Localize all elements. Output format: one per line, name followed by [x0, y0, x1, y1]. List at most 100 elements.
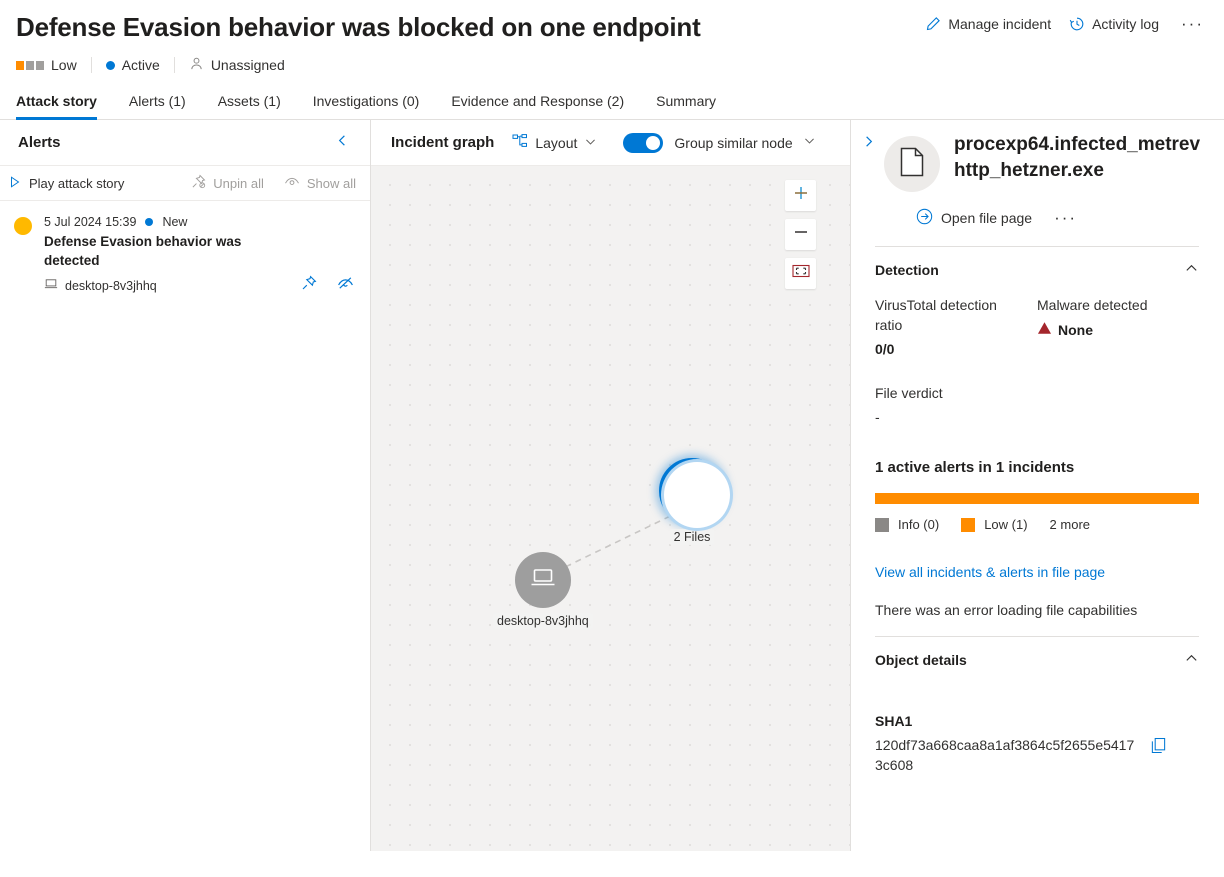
severity-bars-icon [16, 60, 44, 70]
tab-summary[interactable]: Summary [640, 93, 732, 119]
incident-meta-row: Low Active Unassigned [0, 44, 1224, 74]
graph-canvas[interactable]: 2 Files desktop-8v3jhhq [371, 166, 850, 851]
legend-low: Low (1) [961, 517, 1028, 532]
eye-off-icon[interactable] [337, 275, 354, 292]
tab-assets[interactable]: Assets (1) [202, 93, 297, 119]
assignee-label: Unassigned [210, 57, 285, 73]
collapse-alerts-panel-button[interactable] [329, 131, 356, 155]
legend-info-label: Info (0) [898, 517, 940, 532]
sha1-value: 120df73a668caa8a1af3864c5f2655e54173c608 [875, 737, 1135, 773]
details-more-button[interactable]: ··· [1050, 209, 1081, 226]
list-item[interactable]: 5 Jul 2024 15:39 New Defense Evasion beh… [0, 201, 370, 304]
incident-graph-panel: Incident graph Layout Group similar node… [371, 120, 850, 851]
chevron-left-icon [335, 133, 350, 153]
header-more-button[interactable]: ··· [1177, 15, 1208, 32]
group-similar-nodes-control: Group similar nodes [623, 132, 816, 153]
object-details-section: Object details SHA1 120df73a668caa8a1af3… [851, 637, 1224, 775]
unpin-all-label: Unpin all [213, 175, 264, 191]
avatar [884, 136, 940, 192]
arrow-circle-right-icon [916, 208, 933, 228]
tab-alerts[interactable]: Alerts (1) [113, 93, 202, 119]
tab-evidence-and-response[interactable]: Evidence and Response (2) [435, 93, 640, 119]
file-verdict-label: File verdict [875, 385, 943, 401]
view-all-incidents-link[interactable]: View all incidents & alerts in file page [875, 564, 1105, 580]
severity-label: Low [51, 57, 77, 73]
layout-label: Layout [535, 134, 578, 151]
device-icon [44, 277, 58, 294]
malware-detected-label: Malware detected [1037, 297, 1148, 313]
tab-bar: Attack story Alerts (1) Assets (1) Inves… [0, 74, 1224, 120]
layout-button[interactable]: Layout [512, 133, 597, 152]
laptop-icon [530, 566, 556, 595]
virustotal-ratio-value: 0/0 [875, 341, 895, 357]
legend-more-label[interactable]: 2 more [1050, 517, 1090, 532]
details-actions: Open file page ··· [851, 192, 1224, 228]
details-header: procexp64.infected_metrevhttp_hetzner.ex… [851, 120, 1224, 192]
file-name: procexp64.infected_metrevhttp_hetzner.ex… [954, 134, 1201, 181]
file-verdict-value: - [875, 409, 880, 425]
chevron-up-icon-2 [1184, 651, 1199, 669]
detection-heading: Detection [875, 262, 939, 278]
meta-divider-2 [173, 57, 175, 73]
copy-icon[interactable] [1150, 737, 1167, 754]
graph-node-device-label: desktop-8v3jhhq [493, 613, 593, 629]
unpin-all-button[interactable]: Unpin all [191, 174, 264, 192]
graph-node-files[interactable]: 2 Files [659, 458, 733, 546]
page-header: Defense Evasion behavior was blocked on … [0, 0, 1224, 44]
chevron-down-icon [584, 135, 597, 151]
incident-page: Defense Evasion behavior was blocked on … [0, 0, 1224, 877]
pin-icon[interactable] [301, 275, 317, 292]
alert-title: Defense Evasion behavior was detected [44, 234, 242, 268]
page-title: Defense Evasion behavior was blocked on … [16, 12, 701, 42]
alerts-panel-title: Alerts [18, 134, 61, 151]
alert-meta: 5 Jul 2024 15:39 New [44, 215, 356, 229]
status-label: Active [121, 57, 160, 73]
assignee-badge[interactable]: Unassigned [189, 56, 285, 74]
graph-title: Incident graph [391, 134, 495, 151]
status-dot-icon [105, 60, 115, 70]
meta-divider [90, 57, 92, 73]
alerts-panel: Alerts Play attack story Unpin all Show … [0, 120, 371, 851]
toggle-knob [646, 135, 661, 150]
malware-detected: Malware detected None [1037, 295, 1199, 357]
chevron-down-icon-2[interactable] [803, 134, 816, 152]
legend-info: Info (0) [875, 517, 939, 532]
alerts-panel-header: Alerts [0, 120, 370, 166]
show-all-button[interactable]: Show all [284, 174, 356, 193]
alert-state-label: New [162, 215, 188, 229]
alert-row-actions [301, 275, 354, 292]
open-file-page-button[interactable]: Open file page [916, 208, 1032, 228]
play-attack-story-button[interactable]: Play attack story [8, 175, 124, 192]
graph-toolbar: Incident graph Layout Group similar node… [371, 120, 850, 166]
history-clock-icon [1069, 16, 1085, 32]
alerts-severity-legend: Info (0) Low (1) 2 more [875, 517, 1199, 532]
file-icon [677, 472, 707, 511]
legend-low-label: Low (1) [984, 517, 1028, 532]
tab-attack-story[interactable]: Attack story [16, 93, 113, 120]
content-body: Alerts Play attack story Unpin all Show … [0, 120, 1224, 851]
capabilities-error-text: There was an error loading file capabili… [875, 602, 1138, 618]
alert-severity-dot-icon [14, 217, 32, 235]
detection-section-header[interactable]: Detection [875, 247, 1199, 289]
manage-incident-button[interactable]: Manage incident [925, 16, 1051, 32]
object-details-header[interactable]: Object details [875, 637, 1199, 679]
collapse-details-panel-button[interactable] [851, 132, 884, 192]
virustotal-ratio-label: VirusTotal detection ratio [875, 297, 997, 333]
graph-edge [525, 505, 692, 587]
file-icon-large [899, 147, 925, 182]
activity-log-button[interactable]: Activity log [1069, 16, 1159, 32]
device-node-circle [514, 552, 571, 608]
play-icon [8, 175, 22, 192]
graph-node-device[interactable]: desktop-8v3jhhq [493, 552, 593, 630]
warning-triangle-icon [1037, 321, 1052, 338]
file-hero: procexp64.infected_metrevhttp_hetzner.ex… [884, 132, 1204, 192]
graph-node-files-label: 2 Files [669, 529, 715, 545]
group-similar-nodes-toggle[interactable] [623, 132, 664, 153]
alert-state-dot-icon [145, 218, 154, 226]
alerts-summary-title: 1 active alerts in 1 incidents [875, 459, 1075, 476]
status-badge: Active [105, 57, 160, 73]
chevron-up-icon [1184, 261, 1199, 279]
malware-detected-value: None [1058, 321, 1093, 338]
tab-investigations[interactable]: Investigations (0) [297, 93, 436, 119]
title-row: Defense Evasion behavior was blocked on … [16, 10, 1208, 44]
